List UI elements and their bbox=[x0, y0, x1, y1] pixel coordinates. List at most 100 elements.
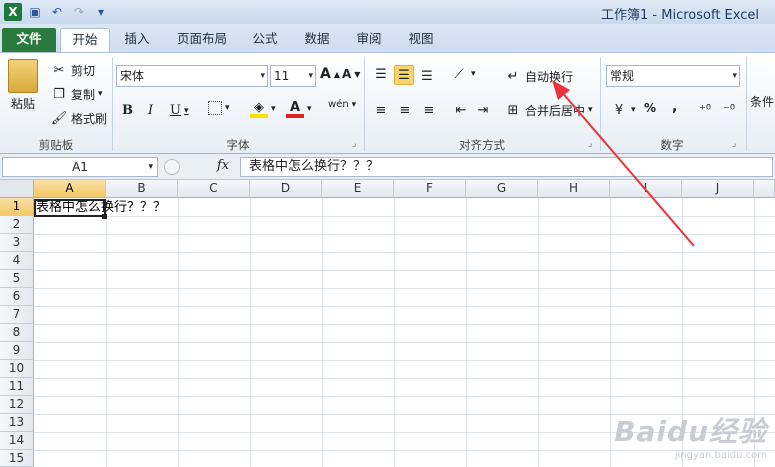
row-header-15[interactable]: 15 bbox=[0, 450, 34, 467]
formula-bar: A1 ▾ fx 表格中怎么换行？？？ bbox=[0, 154, 775, 180]
row-header-4[interactable]: 4 bbox=[0, 252, 34, 270]
row-header-10[interactable]: 10 bbox=[0, 360, 34, 378]
column-header-d[interactable]: D bbox=[250, 180, 322, 198]
customize-qat-icon[interactable]: ▾ bbox=[92, 3, 110, 21]
chevron-down-icon: ▾ bbox=[98, 89, 103, 99]
decrease-decimal-button[interactable]: ⁻⁰ bbox=[720, 101, 738, 119]
column-header-g[interactable]: G bbox=[466, 180, 538, 198]
dialog-launcher-icon[interactable]: ⌟ bbox=[352, 139, 356, 149]
row-header-7[interactable]: 7 bbox=[0, 306, 34, 324]
cut-button[interactable]: ✂ 剪切 bbox=[50, 61, 95, 79]
align-left-button[interactable]: ≡ bbox=[372, 101, 390, 119]
column-header-e[interactable]: E bbox=[322, 180, 394, 198]
phonetic-button[interactable]: wén ▾ bbox=[328, 99, 356, 110]
formula-input[interactable]: 表格中怎么换行？？？ bbox=[240, 157, 773, 177]
tab-home[interactable]: 开始 bbox=[60, 28, 110, 52]
chevron-down-icon: ▾ bbox=[307, 104, 312, 114]
tab-page-layout[interactable]: 页面布局 bbox=[166, 28, 238, 52]
tab-review[interactable]: 审阅 bbox=[348, 28, 390, 52]
shrink-font-button[interactable]: A ▼ bbox=[342, 67, 360, 81]
orientation-button[interactable]: ⟋ ▾ bbox=[450, 65, 475, 83]
align-top-button[interactable]: ☰ bbox=[372, 65, 390, 83]
font-color-button[interactable]: A ▾ bbox=[286, 100, 312, 118]
merge-icon: ⊞ bbox=[507, 102, 519, 118]
baidu-watermark: Baidu经验 jingyan.baidu.com bbox=[614, 410, 767, 461]
insert-function-icon[interactable]: fx bbox=[217, 158, 237, 176]
save-icon[interactable]: ▣ bbox=[26, 3, 44, 21]
column-header-b[interactable]: B bbox=[106, 180, 178, 198]
conditional-format-button[interactable]: 条件 bbox=[750, 93, 774, 110]
align-bottom-button[interactable]: ☰ bbox=[418, 67, 436, 85]
scissors-icon: ✂ bbox=[53, 62, 65, 78]
redo-icon[interactable]: ↷ bbox=[70, 3, 88, 21]
excel-icon[interactable]: X bbox=[4, 3, 22, 21]
increase-decimal-button[interactable]: ⁺⁰ bbox=[696, 101, 714, 119]
increase-indent-button[interactable]: ⇥ bbox=[474, 101, 492, 119]
watermark-logo: Baidu经验 bbox=[614, 415, 767, 448]
dialog-launcher-icon[interactable]: ⌟ bbox=[588, 139, 592, 149]
row-header-12[interactable]: 12 bbox=[0, 396, 34, 414]
column-header-k[interactable] bbox=[754, 180, 775, 198]
font-name-select[interactable]: 宋体 ▾ bbox=[116, 65, 268, 87]
row-header-5[interactable]: 5 bbox=[0, 270, 34, 288]
grow-font-button[interactable]: A ▲ bbox=[320, 66, 340, 82]
copy-button[interactable]: ❐ 复制 ▾ bbox=[50, 85, 103, 103]
column-header-h[interactable]: H bbox=[538, 180, 610, 198]
column-header-c[interactable]: C bbox=[178, 180, 250, 198]
ribbon-tabs: 文件 开始 插入 页面布局 公式 数据 审阅 视图 bbox=[0, 24, 775, 52]
row-header-1[interactable]: 1 bbox=[0, 198, 34, 216]
row-header-3[interactable]: 3 bbox=[0, 234, 34, 252]
merge-center-button[interactable]: ⊞ 合并后居中 ▾ bbox=[504, 101, 593, 119]
row-header-8[interactable]: 8 bbox=[0, 324, 34, 342]
name-box[interactable]: A1 ▾ bbox=[2, 157, 158, 177]
fill-handle[interactable] bbox=[102, 214, 107, 219]
column-header-i[interactable]: I bbox=[610, 180, 682, 198]
fill-color-button[interactable]: ◈ ▾ bbox=[250, 100, 276, 118]
font-name-value: 宋体 bbox=[120, 69, 145, 83]
paste-button[interactable]: 粘贴 bbox=[8, 59, 38, 112]
accounting-format-button[interactable]: ¥ ▾ bbox=[610, 101, 636, 119]
resize-handle[interactable] bbox=[164, 159, 180, 175]
format-painter-button[interactable]: 🖌 格式刷 bbox=[50, 109, 107, 127]
percent-button[interactable]: % bbox=[644, 101, 656, 115]
tab-data[interactable]: 数据 bbox=[296, 28, 338, 52]
number-format-select[interactable]: 常规 ▾ bbox=[606, 65, 740, 87]
chevron-down-icon: ▾ bbox=[732, 71, 737, 81]
row-header-9[interactable]: 9 bbox=[0, 342, 34, 360]
active-cell-a1[interactable] bbox=[34, 199, 106, 217]
chevron-down-icon: ▾ bbox=[183, 105, 189, 116]
dialog-launcher-icon[interactable]: ⌟ bbox=[732, 139, 736, 149]
grid-line bbox=[34, 270, 775, 271]
tab-formulas[interactable]: 公式 bbox=[244, 28, 286, 52]
tab-insert[interactable]: 插入 bbox=[114, 28, 160, 52]
row-header-13[interactable]: 13 bbox=[0, 414, 34, 432]
grid-line bbox=[106, 198, 107, 467]
row-header-14[interactable]: 14 bbox=[0, 432, 34, 450]
column-header-a[interactable]: A bbox=[34, 180, 106, 198]
tab-file[interactable]: 文件 bbox=[2, 28, 56, 52]
column-header-f[interactable]: F bbox=[394, 180, 466, 198]
wrap-text-button[interactable]: ↵ 自动换行 bbox=[504, 67, 573, 85]
row-header-2[interactable]: 2 bbox=[0, 216, 34, 234]
font-size-select[interactable]: 11 ▾ bbox=[270, 65, 316, 87]
quick-access-toolbar: X ▣ ↶ ↷ ▾ bbox=[4, 3, 110, 21]
bold-button[interactable]: B bbox=[122, 103, 133, 118]
decrease-indent-button[interactable]: ⇤ bbox=[452, 101, 470, 119]
row-header-6[interactable]: 6 bbox=[0, 288, 34, 306]
row-header-11[interactable]: 11 bbox=[0, 378, 34, 396]
align-center-button[interactable]: ≡ bbox=[396, 101, 414, 119]
chevron-down-icon: ▾ bbox=[351, 99, 357, 110]
caret-down-icon: ▼ bbox=[354, 69, 361, 79]
align-middle-button[interactable]: ☰ bbox=[394, 65, 414, 85]
align-bottom-icon: ☰ bbox=[421, 68, 433, 84]
select-all-corner[interactable] bbox=[0, 180, 34, 198]
comma-button[interactable]: , bbox=[672, 99, 677, 115]
undo-icon[interactable]: ↶ bbox=[48, 3, 66, 21]
align-right-button[interactable]: ≡ bbox=[420, 101, 438, 119]
border-icon bbox=[208, 101, 222, 115]
underline-button[interactable]: U ▾ bbox=[170, 103, 189, 118]
column-header-j[interactable]: J bbox=[682, 180, 754, 198]
italic-button[interactable]: I bbox=[148, 103, 153, 118]
borders-button[interactable]: ▾ bbox=[208, 101, 230, 115]
tab-view[interactable]: 视图 bbox=[400, 28, 442, 52]
